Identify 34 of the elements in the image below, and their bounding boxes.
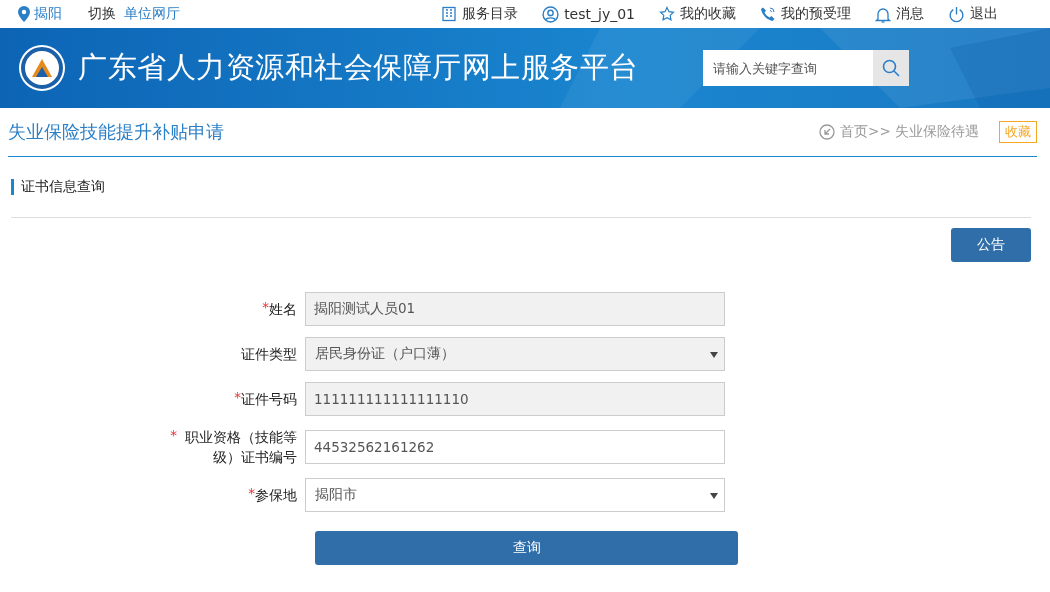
top-nav-link[interactable]: 退出	[948, 5, 998, 23]
top-nav-link[interactable]: 我的预受理	[760, 5, 851, 23]
bell-icon	[875, 5, 891, 23]
field-label: 证件类型	[240, 345, 298, 364]
text-field[interactable]: 44532562161262	[305, 430, 725, 464]
city-name[interactable]: 揭阳	[34, 5, 62, 23]
phone-icon	[760, 6, 776, 22]
top-nav-link[interactable]: 消息	[875, 5, 924, 23]
top-nav-link[interactable]: 服务目录	[441, 5, 519, 23]
search-icon	[882, 59, 900, 77]
dropdown[interactable]: 揭阳市	[305, 478, 725, 512]
emblem-logo	[18, 44, 66, 92]
notice-button[interactable]: 公告	[951, 228, 1031, 262]
query-button[interactable]: 查询	[315, 531, 738, 565]
page-title: 失业保险技能提升补贴申请	[8, 120, 224, 144]
switch-link[interactable]: 单位网厅	[124, 5, 180, 23]
field-label: *参保地	[247, 485, 298, 505]
site-title: 广东省人力资源和社会保障厅网上服务平台	[78, 49, 639, 86]
search-field[interactable]: 请输入关键字查询	[703, 50, 873, 86]
top-nav-link[interactable]: 我的收藏	[659, 5, 736, 23]
building-icon	[441, 6, 458, 22]
search-button[interactable]	[873, 50, 909, 86]
caret-icon	[710, 352, 718, 358]
section-title: 证书信息查询	[21, 178, 105, 196]
star-icon	[659, 6, 675, 22]
location-pin-icon	[18, 6, 30, 22]
switch-label: 切换	[88, 5, 116, 23]
caret-icon	[710, 493, 718, 499]
field-label: *姓名	[261, 299, 298, 319]
field-label: *证件号码	[233, 389, 298, 409]
user-icon	[542, 5, 560, 23]
top-nav-link[interactable]: test_jy_01	[542, 5, 635, 23]
field-label: * 职业资格（技能等级）证书编号	[169, 427, 298, 467]
power-icon	[948, 5, 965, 23]
